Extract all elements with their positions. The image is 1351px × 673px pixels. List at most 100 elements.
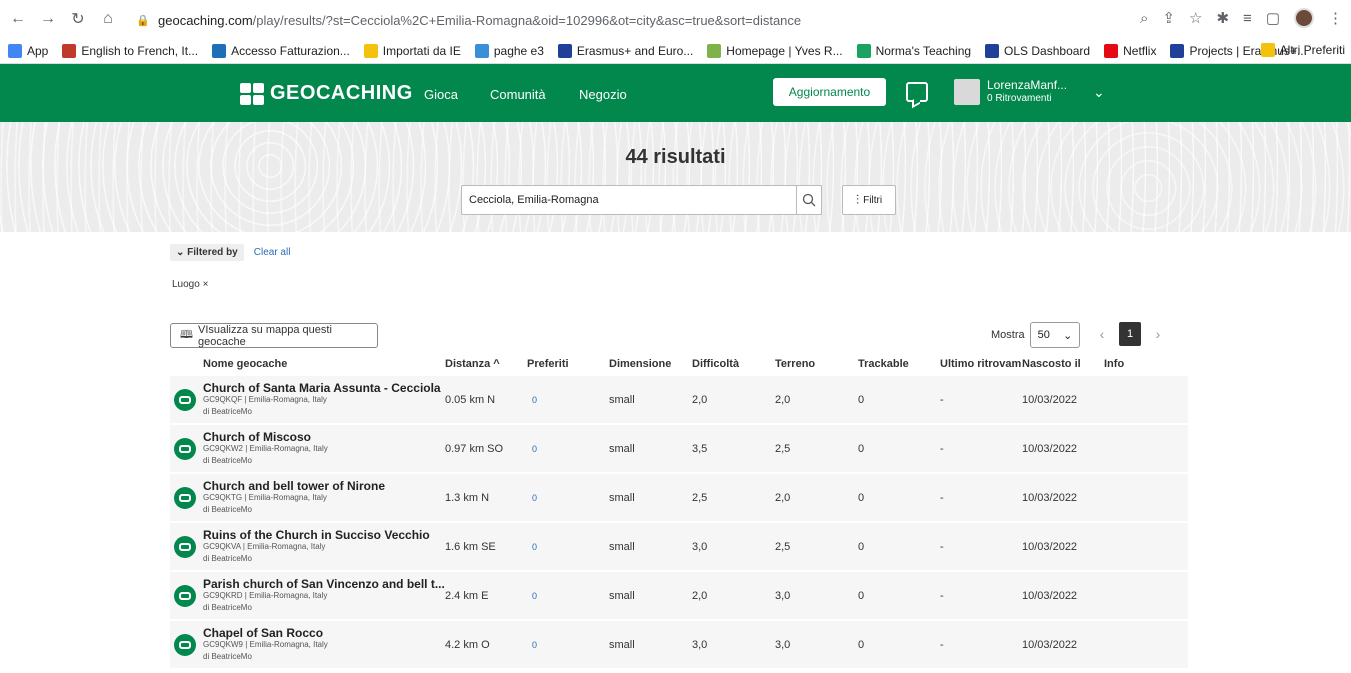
user-finds: 0 Ritrovamenti xyxy=(987,93,1052,104)
bookmark-item[interactable]: Netflix xyxy=(1104,43,1156,58)
cache-name-link[interactable]: Church and bell tower of Nirone xyxy=(203,479,385,493)
bookmark-label: Erasmus+ and Euro... xyxy=(576,43,694,58)
share-icon[interactable]: ⇪ xyxy=(1162,9,1175,27)
filter-chip-luogo[interactable]: Luogo × xyxy=(172,279,208,290)
geocaching-logo[interactable]: GEOCACHING xyxy=(240,82,413,105)
clear-all-link[interactable]: Clear all xyxy=(254,247,291,258)
col-terrain[interactable]: Terreno xyxy=(775,358,815,370)
zoom-icon[interactable]: ⌕ xyxy=(1140,10,1148,27)
favorites-cell[interactable]: 0 xyxy=(532,493,537,503)
star-icon[interactable]: ☆ xyxy=(1189,9,1202,27)
results-title: 44 risultati xyxy=(625,146,726,168)
trackable-cell: 0 xyxy=(858,443,865,455)
menu-icon[interactable]: ⋮ xyxy=(1328,9,1343,27)
side-panel-icon[interactable]: ▢ xyxy=(1266,9,1280,27)
bookmark-item[interactable]: Erasmus+ and Euro... xyxy=(557,43,694,58)
cache-code-location: GC9QKTG | Emilia-Romagna, Italy xyxy=(203,493,327,502)
page-size-select[interactable]: 50 ⌄ xyxy=(1030,322,1080,348)
user-name: LorenzaManf... xyxy=(987,78,1068,92)
bookmark-icon xyxy=(1170,43,1185,58)
table-row[interactable]: Ruins of the Church in Succiso Vecchio GC… xyxy=(170,523,1188,570)
traditional-cache-icon xyxy=(174,487,196,509)
favorites-cell[interactable]: 0 xyxy=(532,444,537,454)
cache-name-link[interactable]: Parish church of San Vincenzo and bell t… xyxy=(203,577,445,591)
bookmark-item[interactable]: Importati da IE xyxy=(363,43,461,58)
table-row[interactable]: Chapel of San Rocco GC9QKW9 | Emilia-Roma… xyxy=(170,621,1188,668)
url-path: /play/results/?st=Cecciola%2C+Emilia-Rom… xyxy=(252,12,802,28)
col-info[interactable]: Info xyxy=(1104,358,1124,370)
bookmark-icon xyxy=(707,43,722,58)
prev-page-icon[interactable]: ‹ xyxy=(1095,326,1109,342)
col-distance[interactable]: Distanza ^ xyxy=(445,358,500,370)
logo-icon xyxy=(240,82,264,105)
col-favorites[interactable]: Preferiti xyxy=(527,358,569,370)
col-hidden[interactable]: Nascosto il xyxy=(1022,358,1081,370)
col-name[interactable]: Nome geocache xyxy=(203,358,287,370)
chevron-down-icon: ⌄ xyxy=(1063,329,1073,342)
nav-comunita[interactable]: Comunità xyxy=(490,87,546,102)
table-row[interactable]: Parish church of San Vincenzo and bell t… xyxy=(170,572,1188,619)
home-icon[interactable]: ⌂ xyxy=(96,7,120,31)
favorites-cell[interactable]: 0 xyxy=(532,542,537,552)
search-icon[interactable] xyxy=(796,185,822,215)
filtered-by-toggle[interactable]: ⌄ Filtered by xyxy=(170,244,244,261)
back-icon[interactable]: ← xyxy=(6,7,30,31)
filter-button[interactable]: ⫶ Filtri xyxy=(842,185,896,215)
col-difficulty[interactable]: Difficoltà xyxy=(692,358,739,370)
cache-name-link[interactable]: Church of Santa Maria Assunta - Cecciola xyxy=(203,381,441,395)
other-bookmarks[interactable]: Altri Preferiti xyxy=(1260,43,1345,57)
bookmark-icon xyxy=(985,43,1000,58)
message-icon[interactable] xyxy=(906,82,928,102)
user-info[interactable]: LorenzaManf... 0 Ritrovamenti xyxy=(987,78,1067,106)
trackable-cell: 0 xyxy=(858,394,865,406)
cache-name-link[interactable]: Chapel of San Rocco xyxy=(203,626,323,640)
bookmark-item[interactable]: Homepage | Yves R... xyxy=(707,43,843,58)
trackable-cell: 0 xyxy=(858,492,865,504)
search-input[interactable]: Cecciola, Emilia-Romagna xyxy=(461,185,797,215)
size-cell: small xyxy=(609,394,635,406)
cache-name-link[interactable]: Ruins of the Church in Succiso Vecchio xyxy=(203,528,430,542)
table-row[interactable]: Church and bell tower of Nirone GC9QKTG |… xyxy=(170,474,1188,521)
traditional-cache-icon xyxy=(174,389,196,411)
upgrade-button[interactable]: Aggiornamento xyxy=(773,78,886,106)
bookmark-item[interactable]: English to French, It... xyxy=(62,43,198,58)
bookmark-icon xyxy=(212,43,227,58)
site-header: GEOCACHING Gioca Comunità Negozio Aggior… xyxy=(0,64,1351,122)
col-trackable[interactable]: Trackable xyxy=(858,358,909,370)
bookmark-item[interactable]: OLS Dashboard xyxy=(985,43,1090,58)
favorites-cell[interactable]: 0 xyxy=(532,395,537,405)
cache-name-link[interactable]: Church of Miscoso xyxy=(203,430,311,444)
bookmark-item[interactable]: App xyxy=(8,43,49,58)
page-size-value: 50 xyxy=(1037,329,1050,341)
nav-gioca[interactable]: Gioca xyxy=(424,87,458,102)
nav-negozio[interactable]: Negozio xyxy=(579,87,627,102)
traditional-cache-icon xyxy=(174,536,196,558)
user-avatar[interactable] xyxy=(954,79,980,105)
col-size[interactable]: Dimensione xyxy=(609,358,671,370)
extensions-icon[interactable]: ✱ xyxy=(1216,9,1229,27)
favorites-cell[interactable]: 0 xyxy=(532,640,537,650)
other-bookmarks-label: Altri Preferiti xyxy=(1279,43,1345,57)
bookmark-item[interactable]: Norma's Teaching xyxy=(856,43,971,58)
col-last-found[interactable]: Ultimo ritrovam xyxy=(940,358,1021,370)
difficulty-cell: 2,0 xyxy=(692,590,708,602)
profile-avatar[interactable] xyxy=(1294,8,1314,28)
favorites-cell[interactable]: 0 xyxy=(532,591,537,601)
browser-toolbar: ← → ↻ ⌂ 🔒 geocaching.com/play/results/?s… xyxy=(0,0,1351,38)
next-page-icon[interactable]: › xyxy=(1151,326,1165,342)
table-row[interactable]: Church of Santa Maria Assunta - Cecciola… xyxy=(170,376,1188,423)
bookmark-item[interactable]: Accesso Fatturazion... xyxy=(212,43,350,58)
forward-icon[interactable]: → xyxy=(36,7,60,31)
bookmark-label: App xyxy=(27,43,49,58)
map-view-button[interactable]: 🕮 VIsualizza su mappa questi geocache xyxy=(170,323,378,348)
bookmark-label: Importati da IE xyxy=(382,43,461,58)
table-row[interactable]: Church of Miscoso GC9QKW2 | Emilia-Romagn… xyxy=(170,425,1188,472)
page-button[interactable]: 1 xyxy=(1119,322,1141,346)
cache-owner: di BeatriceMo xyxy=(203,407,252,416)
bookmark-item[interactable]: paghe e3 xyxy=(474,43,544,58)
terrain-cell: 3,0 xyxy=(775,639,791,651)
address-bar[interactable]: 🔒 geocaching.com/play/results/?st=Ceccio… xyxy=(136,8,1236,32)
chevron-down-icon[interactable]: ⌄ xyxy=(1093,84,1105,101)
reading-list-icon[interactable]: ≡ xyxy=(1243,10,1252,27)
reload-icon[interactable]: ↻ xyxy=(66,7,90,31)
